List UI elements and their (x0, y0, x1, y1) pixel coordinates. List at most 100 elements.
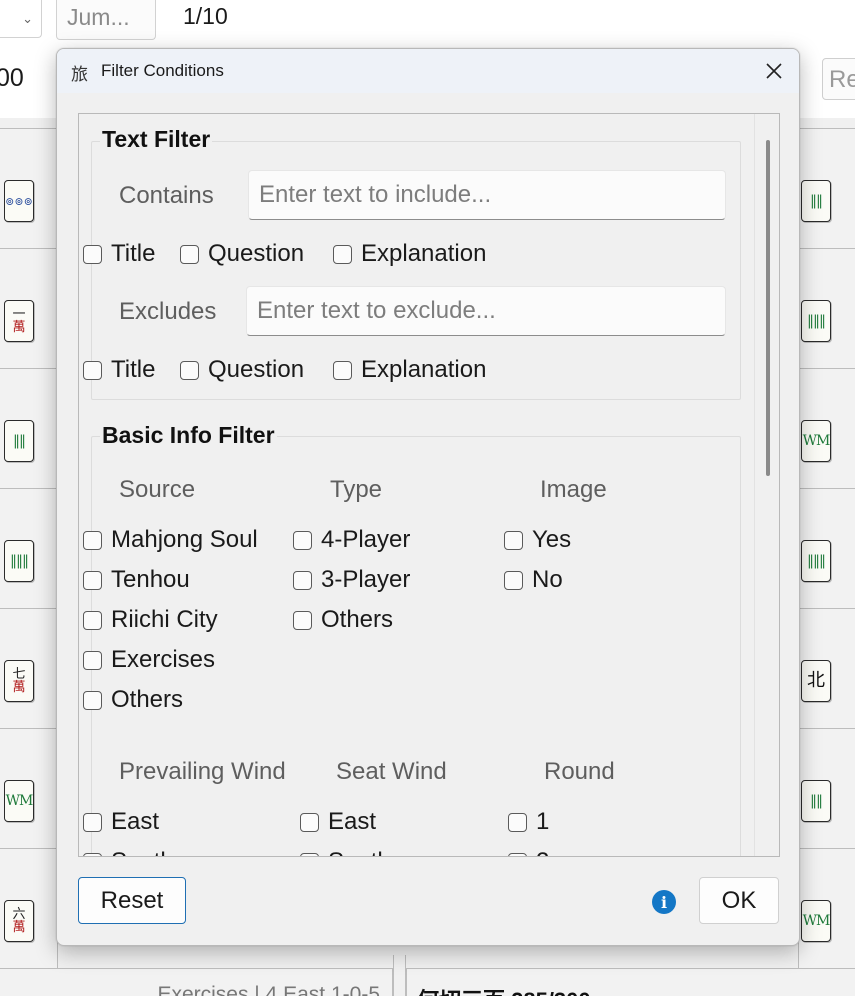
checkbox-box[interactable] (300, 852, 319, 856)
tile-suit: 萬 (12, 920, 26, 935)
checkbox-label: Mahjong Soul (111, 526, 258, 553)
checkbox-box[interactable] (83, 530, 102, 550)
info-icon[interactable]: i (652, 890, 676, 914)
checkbox-box[interactable] (83, 360, 102, 380)
type-3-player-checkbox[interactable]: 3-Player (293, 566, 410, 594)
contains-title-checkbox[interactable]: Title (83, 240, 155, 268)
excludes-question-checkbox[interactable]: Question (180, 356, 304, 384)
reset-button[interactable]: Reset (78, 877, 186, 924)
checkbox-label: Question (208, 240, 305, 267)
checkbox-box[interactable] (504, 570, 523, 590)
checkbox-label: South (328, 848, 391, 856)
seat-wind-header: Seat Wind (336, 758, 447, 785)
bamboo-tile-icon: WM (4, 780, 34, 822)
checkbox-box[interactable] (83, 812, 102, 832)
tile-suit: 萬 (12, 320, 26, 335)
list-item-title[interactable]: 何切三百 285/300 (406, 968, 855, 996)
source-header: Source (119, 476, 196, 503)
excludes-explanation-checkbox[interactable]: Explanation (333, 356, 486, 384)
checkbox-label: 4-Player (321, 526, 411, 553)
prevailing-wind-header: Prevailing Wind (119, 758, 286, 785)
type-header: Type (330, 476, 383, 503)
scrollbar-thumb[interactable] (766, 140, 770, 476)
checkbox-box[interactable] (83, 852, 102, 856)
excludes-title-checkbox[interactable]: Title (83, 356, 155, 384)
prevailing-east-checkbox[interactable]: East (83, 808, 159, 836)
source-mahjong-soul-checkbox[interactable]: Mahjong Soul (83, 526, 258, 554)
list-item-meta[interactable]: Exercises | 4 East 1-0-5 (0, 968, 393, 996)
filter-dialog: 旅 Filter Conditions Text Filter Contains… (56, 48, 800, 946)
source-exercises-checkbox[interactable]: Exercises (83, 646, 215, 674)
checkbox-box[interactable] (508, 852, 527, 856)
tile-suit: 萬 (12, 680, 26, 695)
close-button[interactable] (749, 49, 799, 93)
checkbox-label: No (532, 566, 563, 593)
checkbox-label: Title (111, 356, 156, 383)
source-others-checkbox[interactable]: Others (83, 686, 183, 714)
checkbox-box[interactable] (300, 812, 319, 832)
excludes-label: Excludes (119, 298, 217, 325)
wan-tile-icon: 一萬 (4, 300, 34, 342)
tile-suit: WM (802, 433, 831, 449)
tile-suit: WM (5, 793, 34, 809)
tile-suit: WM (802, 913, 831, 929)
tile-suit: ‖‖‖ (807, 313, 826, 329)
contains-explanation-checkbox[interactable]: Explanation (333, 240, 486, 268)
chevron-down-icon[interactable]: ⌄ (0, 0, 42, 38)
seat-south-checkbox[interactable]: South (300, 848, 391, 856)
basic-info-title: Basic Info Filter (100, 422, 277, 449)
round-2-checkbox[interactable]: 2 (508, 848, 549, 856)
seat-east-checkbox[interactable]: East (300, 808, 376, 836)
checkbox-box[interactable] (333, 360, 352, 380)
prevailing-south-checkbox[interactable]: South (83, 848, 174, 856)
checkbox-box[interactable] (333, 244, 352, 264)
source-tenhou-checkbox[interactable]: Tenhou (83, 566, 190, 594)
type-4-player-checkbox[interactable]: 4-Player (293, 526, 410, 554)
checkbox-label: Others (321, 606, 394, 633)
checkbox-box[interactable] (293, 610, 312, 630)
round-1-checkbox[interactable]: 1 (508, 808, 549, 836)
contains-input[interactable] (248, 170, 726, 220)
checkbox-box[interactable] (83, 690, 102, 710)
checkbox-label: East (328, 808, 377, 835)
checkbox-box[interactable] (83, 570, 102, 590)
wan-tile-icon: 六萬 (4, 900, 34, 942)
tile-suit: 北 (807, 670, 825, 691)
checkbox-box[interactable] (83, 244, 102, 264)
excludes-input[interactable] (246, 286, 726, 336)
checkbox-box[interactable] (83, 610, 102, 630)
checkbox-label: Yes (532, 526, 572, 553)
vertical-scrollbar[interactable] (754, 114, 779, 856)
checkbox-box[interactable] (83, 650, 102, 670)
bamboo-tile-icon: ‖‖ (801, 780, 831, 822)
count-text: 00 (0, 64, 24, 92)
checkbox-label: Exercises (111, 646, 216, 673)
checkbox-box[interactable] (180, 360, 199, 380)
reset-list-button[interactable]: Re (822, 58, 855, 100)
checkbox-box[interactable] (180, 244, 199, 264)
tile-suit: ‖‖ (13, 433, 26, 449)
source-riichi-city-checkbox[interactable]: Riichi City (83, 606, 218, 634)
ok-button[interactable]: OK (699, 877, 779, 924)
bamboo-tile-icon: ‖‖ (4, 420, 34, 462)
image-yes-checkbox[interactable]: Yes (504, 526, 571, 554)
image-no-checkbox[interactable]: No (504, 566, 563, 594)
text-filter-title: Text Filter (100, 126, 213, 153)
type-others-checkbox[interactable]: Others (293, 606, 393, 634)
close-icon (766, 63, 782, 79)
checkbox-box[interactable] (293, 530, 312, 550)
tile-suit: ‖‖ (810, 793, 823, 809)
checkbox-label: Tenhou (111, 566, 190, 593)
filter-scroll-area[interactable]: Text Filter Contains Title Question Explan… (78, 113, 780, 857)
checkbox-box[interactable] (293, 570, 312, 590)
list-divider (393, 955, 406, 996)
checkbox-label: 3-Player (321, 566, 411, 593)
tile-suit: ‖‖ (810, 193, 823, 209)
round-header: Round (544, 758, 615, 785)
jump-input[interactable]: Jum... (56, 0, 156, 40)
checkbox-box[interactable] (504, 530, 523, 550)
contains-question-checkbox[interactable]: Question (180, 240, 304, 268)
checkbox-box[interactable] (508, 812, 527, 832)
checkbox-label: Explanation (361, 240, 487, 267)
wan-tile-icon: 七萬 (4, 660, 34, 702)
